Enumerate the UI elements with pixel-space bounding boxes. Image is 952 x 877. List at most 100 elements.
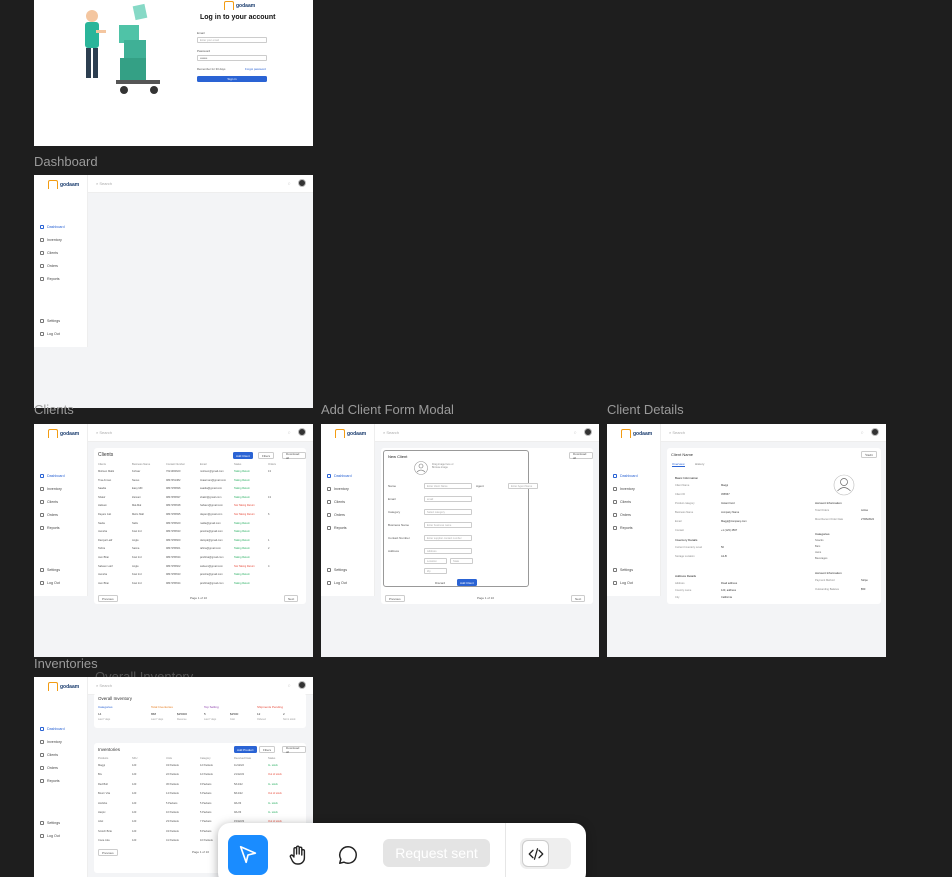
clients-frame[interactable]: godaam Dashboard Inventory Clients Order… <box>34 424 313 657</box>
table-row[interactable]: Daniyal Latif Angle 9847155600 daniyal@gmai… <box>98 539 302 542</box>
zip-input[interactable]: Zip <box>424 568 447 574</box>
table-row[interactable]: Red Bull 123 36 Packets 9 Packets 5/12/22 In-… <box>98 783 302 786</box>
search-input[interactable]: ⌕ Search <box>669 430 685 435</box>
nav-logout[interactable]: Log Out <box>613 581 633 585</box>
nav-orders[interactable]: Orders <box>40 766 58 770</box>
tab-overview[interactable]: Overview <box>672 462 685 467</box>
table-row[interactable]: Mohsen Malik Kohsar 7621384620 mohsen@gmail… <box>98 470 302 473</box>
nav-clients[interactable]: Clients <box>613 500 631 504</box>
search-input[interactable]: ⌕ Search <box>383 430 399 435</box>
tab-history[interactable]: History <box>695 462 704 466</box>
code-button[interactable] <box>522 840 549 867</box>
forgot-password-link[interactable]: Forgot password <box>245 67 266 71</box>
agent-input[interactable]: Enter Agent Name <box>508 483 538 489</box>
filters-button[interactable]: Filters <box>259 746 276 753</box>
avatar[interactable] <box>584 428 592 436</box>
nav-inventory[interactable]: Inventory <box>40 238 62 242</box>
nav-orders[interactable]: Orders <box>40 513 58 517</box>
table-row[interactable]: Hafsam Mal-Mal 9847155638 hafsam@gmail.com N… <box>98 504 302 507</box>
previous-button[interactable]: Previous <box>98 849 118 856</box>
nav-reports[interactable]: Reports <box>613 526 633 530</box>
field-input[interactable]: Enter business name <box>424 522 472 528</box>
avatar[interactable] <box>871 428 879 436</box>
nav-settings[interactable]: Settings <box>40 568 60 572</box>
download-button[interactable]: Download all <box>569 452 593 460</box>
nav-dashboard[interactable]: Dashboard <box>40 727 65 731</box>
table-row[interactable]: Horlicks 123 5 Packets 5 Packets 9/1/23 In- s… <box>98 802 302 805</box>
comment-tool[interactable] <box>328 835 368 875</box>
avatar[interactable] <box>298 179 306 187</box>
filters-button[interactable]: Filters <box>258 452 275 459</box>
download-button[interactable]: Download all <box>282 746 306 754</box>
table-row[interactable]: Jam Bhai Koel Ind 9847155634 jambhai@gmail.… <box>98 556 302 559</box>
sign-in-button[interactable]: Sign in <box>197 76 267 82</box>
table-row[interactable]: Bourn Vita 123 14 Packets 6 Packets 8/12/22 O… <box>98 792 302 795</box>
search-input[interactable]: ⌕ Search <box>96 683 112 688</box>
city-input[interactable]: Location <box>424 558 447 564</box>
nav-inventory[interactable]: Inventory <box>40 487 62 491</box>
next-button[interactable]: Next <box>284 595 299 602</box>
nav-orders[interactable]: Orders <box>327 513 345 517</box>
nav-clients[interactable]: Clients <box>40 500 58 504</box>
hand-tool[interactable] <box>278 835 318 875</box>
add-client-button[interactable]: Add Client <box>457 579 477 586</box>
table-row[interactable]: Shakir Zamani 9847455697 shakir@gmail.com Ta… <box>98 496 302 499</box>
nav-dashboard[interactable]: Dashboard <box>40 225 65 229</box>
field-input[interactable]: Enter supplier contact number <box>424 535 472 541</box>
bell-icon[interactable]: ♢ <box>287 683 291 688</box>
nav-inventory[interactable]: Inventory <box>613 487 635 491</box>
table-row[interactable]: Tina Arman Nexus 9847451382 tinaarman@gmail… <box>98 479 302 482</box>
avatar[interactable] <box>298 681 306 689</box>
remember-checkbox[interactable]: Remember for 30 days <box>197 67 225 71</box>
table-row[interactable]: Jamsha Koel Ind 9847155633 jamsha@gmail.com… <box>98 530 302 533</box>
image-upload[interactable]: Drag image here or Browse image <box>432 463 454 469</box>
nav-dashboard[interactable]: Dashboard <box>327 474 352 478</box>
search-input[interactable]: ⌕ Search <box>96 181 112 186</box>
state-input[interactable]: State <box>450 558 473 564</box>
table-row[interactable]: Harpic 123 10 Packets 5 Packets 9/1/23 In- st… <box>98 811 302 814</box>
email-field[interactable]: Enter your email <box>197 37 267 43</box>
new-client-modal[interactable]: New Client Drag image here or Browse ima… <box>383 450 538 587</box>
bell-icon[interactable]: ♢ <box>860 430 864 435</box>
nav-settings[interactable]: Settings <box>613 568 633 572</box>
cursor-tool[interactable] <box>228 835 268 875</box>
password-field[interactable]: •••••••• <box>197 55 267 61</box>
avatar[interactable] <box>298 428 306 436</box>
previous-button[interactable]: Previous <box>385 595 405 602</box>
client-details-frame[interactable]: godaam Dashboard Inventory Clients Order… <box>607 424 886 657</box>
nav-dashboard[interactable]: Dashboard <box>613 474 638 478</box>
search-input[interactable]: ⌕ Search <box>96 430 112 435</box>
bell-icon[interactable]: ♢ <box>573 430 577 435</box>
nav-reports[interactable]: Reports <box>327 526 347 530</box>
next-button[interactable]: Next <box>571 595 586 602</box>
table-row[interactable]: Nadia Nafis 9847155620 nadia@gmail.com Takin… <box>98 522 302 525</box>
login-frame[interactable]: godaam Log in to your account Email Ente… <box>34 0 313 146</box>
dashboard-frame[interactable]: godaam Dashboard Inventory Clients Order… <box>34 175 313 408</box>
nav-clients[interactable]: Clients <box>327 500 345 504</box>
field-input[interactable]: Enter client Name <box>424 483 472 489</box>
table-row[interactable]: Bru 123 22 Packets 12 Packets 21/12/22 Out of… <box>98 773 302 776</box>
add-product-button[interactable]: Add Product <box>234 746 257 753</box>
field-input[interactable]: Address <box>424 548 472 554</box>
table-row[interactable]: Maggi 123 43 Packets 12 Packets 11/12/22 In- … <box>98 764 302 767</box>
nav-reports[interactable]: Reports <box>40 526 60 530</box>
nav-reports[interactable]: Reports <box>40 779 60 783</box>
nav-logout[interactable]: Log Out <box>40 834 60 838</box>
table-row[interactable]: Jamsha Koel Ind 9847155633 jamsha@gmail.com… <box>98 573 302 576</box>
field-input[interactable]: email <box>424 496 472 502</box>
table-row[interactable]: Tahira Saima 9847155601 tahira@gmail.com Tak… <box>98 547 302 550</box>
nav-orders[interactable]: Orders <box>40 264 58 268</box>
nav-logout[interactable]: Log Out <box>327 581 347 585</box>
bell-icon[interactable]: ♢ <box>287 430 291 435</box>
table-row[interactable]: Sabeen Latif Angle 9847155602 sabeen@gmail.… <box>98 565 302 568</box>
nav-logout[interactable]: Log Out <box>40 581 60 585</box>
request-sent-button[interactable]: Request sent <box>383 839 490 867</box>
nav-clients[interactable]: Clients <box>40 251 58 255</box>
download-button[interactable]: Download all <box>282 452 306 460</box>
discard-button[interactable]: Discard <box>432 579 449 586</box>
nav-dashboard[interactable]: Dashboard <box>40 474 65 478</box>
table-row[interactable]: Dayam Jatt Mehs Mall 9847155695 dayam@gmail… <box>98 513 302 516</box>
code-toggle[interactable] <box>520 838 571 869</box>
add-client-button[interactable]: Add Client <box>233 452 253 459</box>
nav-logout[interactable]: Log Out <box>40 332 60 336</box>
